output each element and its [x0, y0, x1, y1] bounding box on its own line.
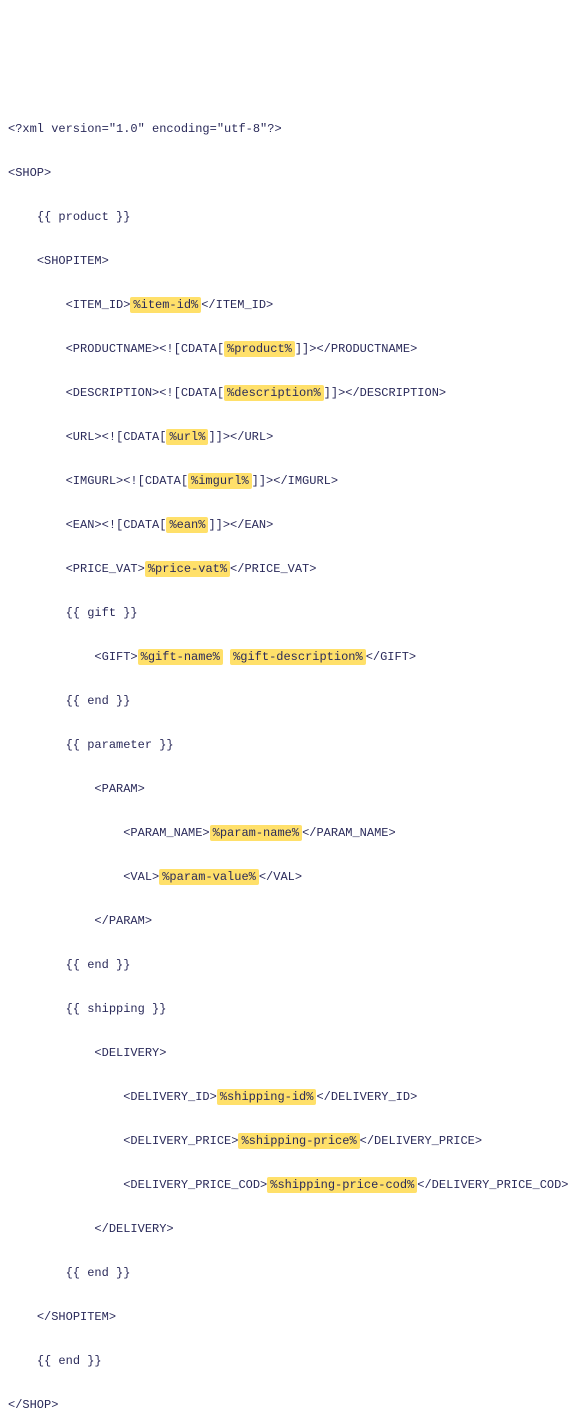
item-id-open: <ITEM_ID>	[66, 298, 131, 312]
code-line: <DELIVERY_ID>%shipping-id%</DELIVERY_ID>	[8, 1086, 579, 1108]
code-line: <IMGURL><![CDATA[%imgurl%]]></IMGURL>	[8, 470, 579, 492]
code-line: <EAN><![CDATA[%ean%]]></EAN>	[8, 514, 579, 536]
ean-open: <EAN><![CDATA[	[66, 518, 167, 532]
description-open: <DESCRIPTION><![CDATA[	[66, 386, 224, 400]
param-value-placeholder: %param-value%	[159, 869, 259, 885]
param-name-close: </PARAM_NAME>	[302, 826, 396, 840]
val-open: <VAL>	[123, 870, 159, 884]
gift-space	[223, 650, 230, 664]
param-name-placeholder: %param-name%	[210, 825, 302, 841]
url-placeholder: %url%	[166, 429, 208, 445]
ean-placeholder: %ean%	[166, 517, 208, 533]
code-line: <PARAM>	[8, 778, 579, 800]
code-line: {{ end }}	[8, 690, 579, 712]
code-line: <DESCRIPTION><![CDATA[%description%]]></…	[8, 382, 579, 404]
delivery-close: </DELIVERY>	[94, 1222, 173, 1236]
delivery-id-close: </DELIVERY_ID>	[316, 1090, 417, 1104]
delivery-price-open: <DELIVERY_PRICE>	[123, 1134, 238, 1148]
delivery-id-open: <DELIVERY_ID>	[123, 1090, 217, 1104]
shopitem-open: <SHOPITEM>	[37, 254, 109, 268]
productname-close: ]]></PRODUCTNAME>	[295, 342, 417, 356]
code-line: {{ shipping }}	[8, 998, 579, 1020]
code-line: {{ end }}	[8, 1262, 579, 1284]
code-line: {{ parameter }}	[8, 734, 579, 756]
code-line: <DELIVERY_PRICE>%shipping-price%</DELIVE…	[8, 1130, 579, 1152]
shop-close: </SHOP>	[8, 1398, 58, 1412]
code-line: <GIFT>%gift-name% %gift-description%</GI…	[8, 646, 579, 668]
code-line: <?xml version="1.0" encoding="utf-8"?>	[8, 118, 579, 140]
gift-name-placeholder: %gift-name%	[138, 649, 223, 665]
code-line: <DELIVERY_PRICE_COD>%shipping-price-cod%…	[8, 1174, 579, 1196]
gift-loop-end: {{ end }}	[66, 694, 131, 708]
url-open: <URL><![CDATA[	[66, 430, 167, 444]
code-line: <PRICE_VAT>%price-vat%</PRICE_VAT>	[8, 558, 579, 580]
code-line: </SHOPITEM>	[8, 1306, 579, 1328]
description-close: ]]></DESCRIPTION>	[324, 386, 446, 400]
code-line: {{ end }}	[8, 1350, 579, 1372]
code-line: <SHOPITEM>	[8, 250, 579, 272]
shipping-id-placeholder: %shipping-id%	[217, 1089, 317, 1105]
code-line: <ITEM_ID>%item-id%</ITEM_ID>	[8, 294, 579, 316]
gift-description-placeholder: %gift-description%	[230, 649, 366, 665]
val-close: </VAL>	[259, 870, 302, 884]
code-line: {{ product }}	[8, 206, 579, 228]
productname-open: <PRODUCTNAME><![CDATA[	[66, 342, 224, 356]
product-placeholder: %product%	[224, 341, 295, 357]
code-line: </DELIVERY>	[8, 1218, 579, 1240]
shipping-price-cod-placeholder: %shipping-price-cod%	[267, 1177, 417, 1193]
ean-close: ]]></EAN>	[208, 518, 273, 532]
shop-open: <SHOP>	[8, 166, 51, 180]
imgurl-open: <IMGURL><![CDATA[	[66, 474, 188, 488]
xml-template-code: <?xml version="1.0" encoding="utf-8"?> <…	[8, 96, 579, 1422]
price-vat-placeholder: %price-vat%	[145, 561, 230, 577]
code-line: <DELIVERY>	[8, 1042, 579, 1064]
item-id-close: </ITEM_ID>	[201, 298, 273, 312]
product-loop-open: {{ product }}	[37, 210, 131, 224]
param-close: </PARAM>	[94, 914, 152, 928]
xml-declaration: <?xml version="1.0" encoding="utf-8"?>	[8, 122, 282, 136]
item-id-placeholder: %item-id%	[130, 297, 201, 313]
delivery-price-cod-close: </DELIVERY_PRICE_COD>	[417, 1178, 568, 1192]
imgurl-placeholder: %imgurl%	[188, 473, 252, 489]
code-line: <PRODUCTNAME><![CDATA[%product%]]></PROD…	[8, 338, 579, 360]
code-line: {{ gift }}	[8, 602, 579, 624]
shipping-price-placeholder: %shipping-price%	[238, 1133, 359, 1149]
parameter-loop-open: {{ parameter }}	[66, 738, 174, 752]
price-vat-close: </PRICE_VAT>	[230, 562, 316, 576]
code-line: <VAL>%param-value%</VAL>	[8, 866, 579, 888]
parameter-loop-end: {{ end }}	[66, 958, 131, 972]
price-vat-open: <PRICE_VAT>	[66, 562, 145, 576]
shopitem-close: </SHOPITEM>	[37, 1310, 116, 1324]
code-line: </PARAM>	[8, 910, 579, 932]
delivery-open: <DELIVERY>	[94, 1046, 166, 1060]
code-line: <URL><![CDATA[%url%]]></URL>	[8, 426, 579, 448]
gift-close: </GIFT>	[366, 650, 416, 664]
param-open: <PARAM>	[94, 782, 144, 796]
imgurl-close: ]]></IMGURL>	[252, 474, 338, 488]
url-close: ]]></URL>	[208, 430, 273, 444]
code-line: {{ end }}	[8, 954, 579, 976]
shipping-loop-end: {{ end }}	[66, 1266, 131, 1280]
delivery-price-cod-open: <DELIVERY_PRICE_COD>	[123, 1178, 267, 1192]
shipping-loop-open: {{ shipping }}	[66, 1002, 167, 1016]
product-loop-end: {{ end }}	[37, 1354, 102, 1368]
description-placeholder: %description%	[224, 385, 324, 401]
gift-loop-open: {{ gift }}	[66, 606, 138, 620]
gift-open: <GIFT>	[94, 650, 137, 664]
delivery-price-close: </DELIVERY_PRICE>	[360, 1134, 482, 1148]
param-name-open: <PARAM_NAME>	[123, 826, 209, 840]
code-line: <SHOP>	[8, 162, 579, 184]
code-line: </SHOP>	[8, 1394, 579, 1416]
code-line: <PARAM_NAME>%param-name%</PARAM_NAME>	[8, 822, 579, 844]
